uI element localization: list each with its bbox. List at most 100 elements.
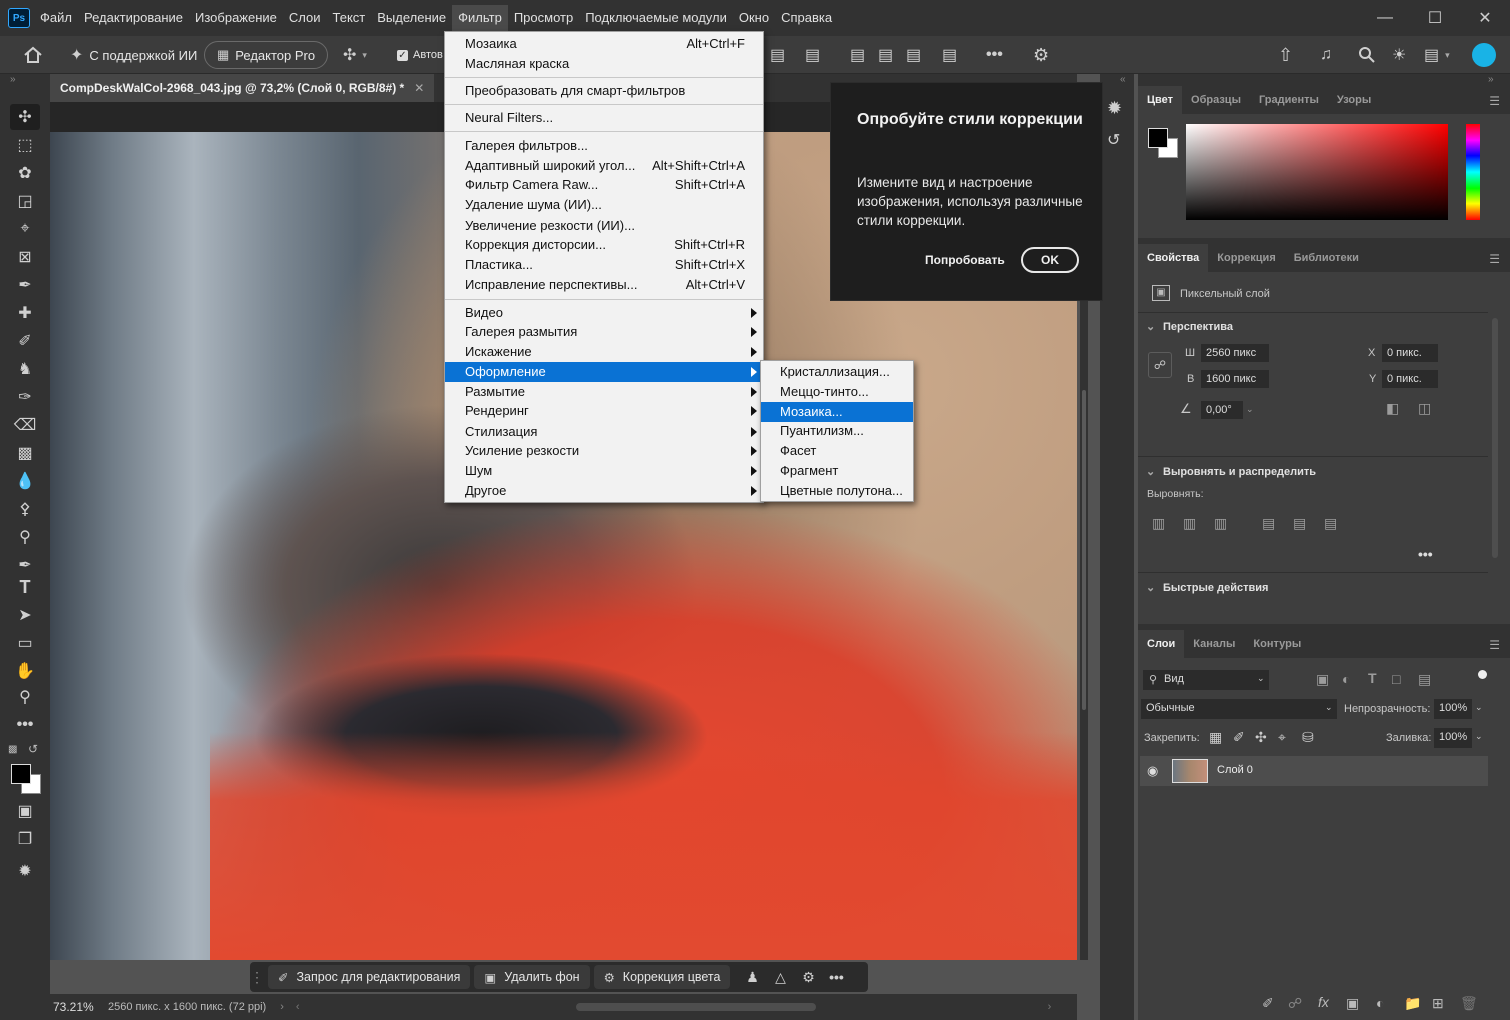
history-icon[interactable]: ↺ <box>1107 130 1120 150</box>
blend-mode-select[interactable]: Обычные <box>1141 699 1337 719</box>
angle-dropdown-icon[interactable]: ⌄ <box>1246 404 1254 415</box>
frame-tool-icon[interactable]: ⊠ <box>10 244 40 270</box>
h-scroll-right-icon[interactable]: › <box>1048 1001 1052 1013</box>
menu-item-stylize[interactable]: Стилизация <box>445 422 763 442</box>
gradient-tool-icon[interactable]: ▩ <box>10 440 40 466</box>
align-vcenter-icon[interactable]: ▤ <box>878 41 893 69</box>
layer-effects-icon[interactable]: fx <box>1318 994 1329 1010</box>
menu-view[interactable]: Просмотр <box>508 5 579 31</box>
type-tool-icon[interactable]: T <box>10 574 40 600</box>
color-correction-button[interactable]: ⚙ Коррекция цвета <box>593 965 731 989</box>
hue-slider[interactable] <box>1466 124 1480 220</box>
menu-item-distort[interactable]: Искажение <box>445 342 763 362</box>
layer-filter-kind[interactable]: Вид <box>1143 670 1269 690</box>
zoom-tool-icon[interactable]: ⚲ <box>10 684 40 710</box>
editor-pro-button[interactable]: ▦ Редактор Pro <box>204 41 329 69</box>
filter-kind-dropdown-icon[interactable]: ⌄ <box>1257 673 1265 684</box>
tab-paths[interactable]: Контуры <box>1244 630 1310 658</box>
tab-patterns[interactable]: Узоры <box>1328 86 1380 114</box>
submenu-item-mezzotint[interactable]: Меццо-тинто... <box>761 382 913 402</box>
menu-item-video[interactable]: Видео <box>445 303 763 323</box>
layer-name[interactable]: Слой 0 <box>1217 764 1253 776</box>
menu-edit[interactable]: Редактирование <box>78 5 189 31</box>
menu-item-vanishing-point[interactable]: Исправление перспективы... Alt+Ctrl+V <box>445 275 763 295</box>
align-hcenter-icon[interactable]: ▥ <box>1183 515 1196 532</box>
link-dimensions-icon[interactable]: ☍ <box>1148 352 1172 378</box>
tab-gradients[interactable]: Градиенты <box>1250 86 1328 114</box>
popup-try-button[interactable]: Попробовать <box>925 253 1005 267</box>
distribute-vertical-icon[interactable]: ▤ <box>942 41 957 69</box>
history-brush-icon[interactable]: ✑ <box>10 384 40 410</box>
object-selection-icon[interactable]: ✿ <box>10 160 40 186</box>
popup-ok-button[interactable]: OK <box>1021 247 1079 273</box>
submenu-item-facet[interactable]: Фасет <box>761 441 913 461</box>
document-tab[interactable]: CompDeskWalCol-2968_043.jpg @ 73,2% (Сло… <box>50 74 435 102</box>
menu-item-mosaic-last[interactable]: Мозаика Alt+Ctrl+F <box>445 34 763 54</box>
tab-adjustments[interactable]: Коррекция <box>1208 244 1284 272</box>
link-layers-icon[interactable]: ☍ <box>1288 995 1302 1012</box>
more-tools-icon[interactable]: ••• <box>10 712 40 738</box>
align-top-edge-icon[interactable]: ▤ <box>1262 515 1275 532</box>
taskbar-grip-icon[interactable]: ⋮ <box>250 969 264 986</box>
discover-lightbulb-icon[interactable]: ☀ <box>1392 41 1406 69</box>
clone-stamp-icon[interactable]: ♞ <box>10 356 40 382</box>
fill-field[interactable]: 100% <box>1434 728 1472 748</box>
menu-item-neural-filters[interactable]: Neural Filters... <box>445 108 763 128</box>
workspace-icon[interactable]: ▤ ▾ <box>1424 41 1450 69</box>
color-panel-menu-icon[interactable]: ☰ <box>1489 94 1500 108</box>
new-layer-icon[interactable]: ⊞ <box>1432 995 1444 1012</box>
close-tab-icon[interactable]: ✕ <box>414 81 424 95</box>
submenu-item-color-halftone[interactable]: Цветные полутона... <box>761 481 913 501</box>
menu-item-adaptive-wide-angle[interactable]: Адаптивный широкий угол... Alt+Shift+Ctrl… <box>445 156 763 176</box>
layer-thumbnail[interactable] <box>1172 759 1208 783</box>
height-field[interactable]: 1600 пикс <box>1201 370 1269 388</box>
tab-layers[interactable]: Слои <box>1138 630 1185 658</box>
perspective-chevron-icon[interactable]: ⌄ <box>1146 320 1155 333</box>
flip-vertical-icon[interactable]: ◫ <box>1418 400 1431 417</box>
menu-item-camera-raw[interactable]: Фильтр Camera Raw... Shift+Ctrl+A <box>445 175 763 195</box>
tab-libraries[interactable]: Библиотеки <box>1285 244 1368 272</box>
menu-file[interactable]: Файл <box>34 5 78 31</box>
status-expand-icon[interactable]: › <box>280 1001 284 1013</box>
align-top-icon[interactable]: ▤ <box>850 41 865 69</box>
rectangle-tool-icon[interactable]: ▭ <box>10 630 40 656</box>
prompt-edit-button[interactable]: ✐ Запрос для редактирования <box>268 965 471 989</box>
menu-item-sharpen-ai[interactable]: Увеличение резкости (ИИ)... <box>445 216 763 236</box>
delete-layer-icon[interactable]: 🗑 <box>1460 995 1478 1012</box>
settings-gear-icon[interactable]: ⚙ <box>1033 41 1049 69</box>
y-field[interactable]: 0 пикс. <box>1382 370 1438 388</box>
opacity-field[interactable]: 100% <box>1434 699 1472 719</box>
menu-type[interactable]: Текст <box>327 5 372 31</box>
menu-window[interactable]: Окно <box>733 5 775 31</box>
taskbar-more-icon[interactable]: ••• <box>822 969 850 985</box>
menu-item-pixelate[interactable]: Оформление <box>445 362 763 382</box>
blur-tool-icon[interactable]: 💧 <box>10 468 40 494</box>
filter-type-icon[interactable]: T <box>1368 670 1377 686</box>
move-tool-options-icon[interactable]: ✣ ▾ <box>343 41 367 69</box>
quick-actions-title[interactable]: Быстрые действия <box>1163 582 1268 594</box>
new-group-icon[interactable]: 📁 <box>1404 995 1421 1012</box>
maximize-icon[interactable]: ☐ <box>1410 2 1460 34</box>
zoom-level[interactable]: 73.21% <box>50 1000 108 1014</box>
close-window-icon[interactable]: ✕ <box>1460 2 1510 34</box>
path-selection-icon[interactable]: ➤ <box>10 602 40 628</box>
menu-item-blur[interactable]: Размытие <box>445 382 763 402</box>
distribute-icon[interactable]: ▤ <box>805 41 820 69</box>
marquee-tool-icon[interactable]: ⬚ <box>10 132 40 158</box>
foreground-color-swatch[interactable] <box>11 764 31 784</box>
submenu-item-fragment[interactable]: Фрагмент <box>761 461 913 481</box>
swap-colors-icon[interactable]: ↺ <box>28 742 38 756</box>
eyedropper-icon[interactable]: ✒ <box>10 272 40 298</box>
select-subject-icon[interactable]: ♟ <box>738 969 766 986</box>
brush-tool-icon[interactable]: ✐ <box>10 328 40 354</box>
menu-item-blur-gallery[interactable]: Галерея размытия <box>445 322 763 342</box>
angle-field[interactable]: 0,00° <box>1201 401 1243 419</box>
tab-swatches[interactable]: Образцы <box>1182 86 1250 114</box>
quick-mask-icon[interactable]: ▣ <box>10 798 40 824</box>
ai-assist-button[interactable]: ✦ С поддержкой ИИ <box>70 41 197 69</box>
crop-tool-icon[interactable]: ⌖ <box>10 216 40 242</box>
more-options-icon[interactable]: ••• <box>986 41 1003 69</box>
blend-mode-dropdown-icon[interactable]: ⌄ <box>1325 702 1333 713</box>
adjustment-layer-icon[interactable]: ⚙ <box>794 969 822 986</box>
menu-select[interactable]: Выделение <box>371 5 452 31</box>
